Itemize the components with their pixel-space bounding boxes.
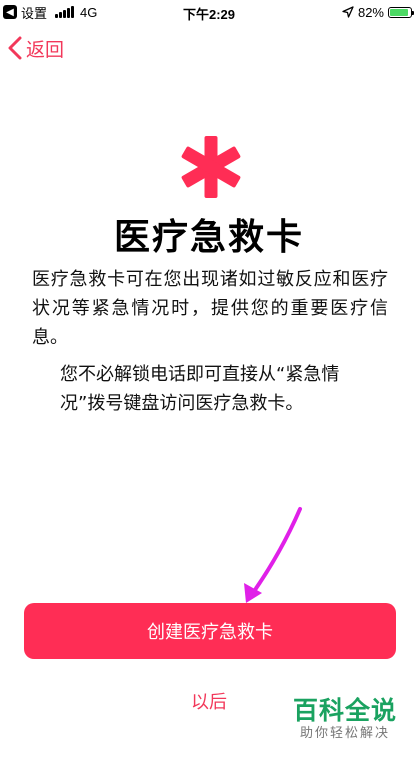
watermark: 百科全说 助你轻松解决	[286, 696, 404, 742]
location-icon	[342, 6, 354, 18]
watermark-subtitle: 助你轻松解决	[299, 726, 390, 741]
battery-percent: 82%	[357, 4, 384, 20]
status-bar: ◀ 设置 4G 下午2:29 82%	[0, 0, 418, 24]
pointer-arrow-icon	[244, 507, 302, 603]
status-right: 82%	[342, 3, 414, 21]
battery-fill	[390, 8, 409, 16]
create-medical-id-button[interactable]: 创建医疗急救卡	[24, 603, 396, 659]
create-medical-id-label: 创建医疗急救卡	[147, 622, 273, 643]
description-text: 医疗急救卡可在您出现诸如过敏反应和医疗状况等紧急情况时，提供您的重要医疗信息。	[32, 269, 388, 348]
back-label: 返回	[26, 38, 65, 61]
page-title: 医疗急救卡	[113, 217, 304, 258]
watermark-title: 百科全说	[292, 696, 397, 725]
description-text-2: 您不必解锁电话即可直接从“紧急情况”拨号键盘访问医疗急救卡。	[60, 364, 340, 414]
chevron-left-icon	[8, 36, 22, 60]
battery-cap	[412, 10, 414, 15]
back-button[interactable]: 返回	[8, 34, 64, 62]
medical-asterisk-icon	[181, 136, 241, 198]
battery-icon	[388, 6, 414, 18]
